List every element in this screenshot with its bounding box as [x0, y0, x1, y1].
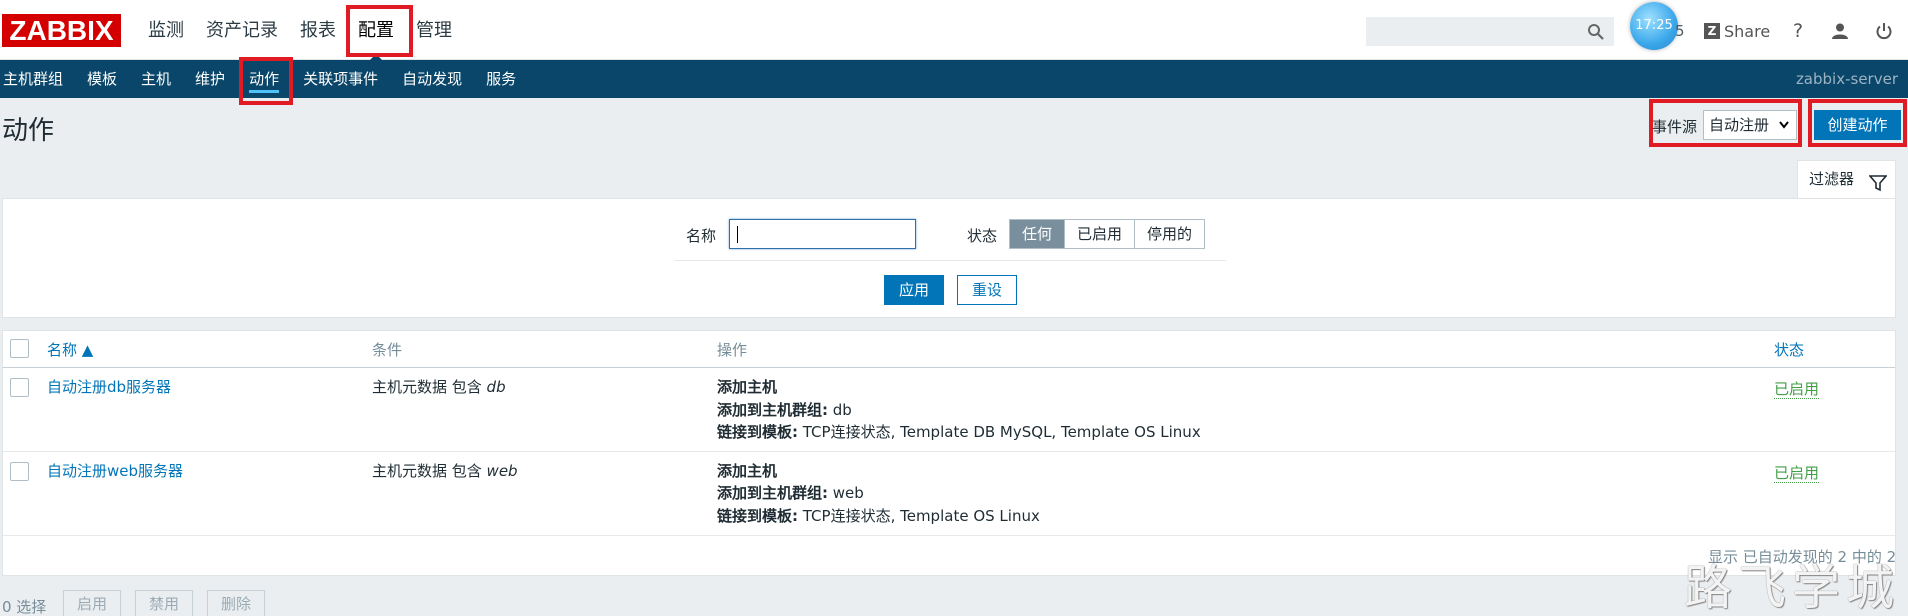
filter-name-label: 名称	[686, 227, 717, 245]
selected-count: 0 选择	[2, 598, 47, 616]
action-condition: 主机元数据 包含 web	[372, 460, 518, 482]
apply-button[interactable]: 应用	[884, 275, 944, 305]
filter-state-label: 状态	[967, 227, 998, 245]
operation-value: db	[828, 401, 852, 419]
user-profile-icon[interactable]	[1828, 19, 1852, 43]
clock-fragment: 5	[1675, 22, 1685, 40]
clock-widget: 17:25	[1630, 2, 1678, 50]
main-nav-inventory[interactable]: 资产记录	[195, 0, 289, 60]
filter-divider	[674, 260, 1226, 261]
top-bar: ZABBIX 监测 资产记录 报表 配置 管理 17:25 5 Z Share …	[0, 0, 1908, 61]
chevron-down-icon	[1778, 111, 1790, 149]
operation-line: 链接到模板: TCP连接状态, Template DB MySQL, Templ…	[717, 421, 1201, 443]
operation-label: 添加主机	[717, 378, 778, 396]
operation-line: 链接到模板: TCP连接状态, Template OS Linux	[717, 505, 1040, 527]
filter-tab[interactable]: 过滤器	[1797, 160, 1896, 198]
filter-tab-label: 过滤器	[1809, 170, 1855, 188]
main-nav: 监测 资产记录 报表 配置 管理	[137, 0, 463, 61]
action-name-link[interactable]: 自动注册web服务器	[47, 460, 183, 482]
page-title: 动作	[2, 116, 55, 146]
share-icon: Z	[1704, 23, 1720, 39]
operation-line: 添加到主机群组: db	[717, 399, 852, 421]
filter-state-segmented: 任何 已启用 停用的	[1009, 219, 1206, 249]
select-all-checkbox[interactable]	[10, 339, 29, 358]
sub-nav-services[interactable]: 服务	[474, 60, 528, 98]
mass-disable-button[interactable]: 禁用	[135, 590, 193, 616]
condition-value: db	[486, 378, 506, 396]
operation-label: 链接到模板:	[717, 423, 798, 441]
main-nav-reports[interactable]: 报表	[289, 0, 347, 60]
sub-nav-maintenance[interactable]: 维护	[183, 60, 237, 98]
sign-out-icon[interactable]	[1872, 19, 1896, 43]
sub-nav-host-groups[interactable]: 主机群组	[0, 60, 75, 98]
row-divider	[3, 535, 1895, 536]
help-icon[interactable]: ?	[1786, 19, 1810, 43]
operation-value: TCP连接状态, Template DB MySQL, Template OS …	[798, 423, 1201, 441]
row-divider	[3, 451, 1895, 452]
filter-panel	[2, 198, 1896, 318]
reset-button[interactable]: 重设	[957, 275, 1017, 305]
sub-nav: 主机群组 模板 主机 维护 动作 关联项事件 自动发现 服务	[0, 60, 528, 98]
operation-label: 添加到主机群组:	[717, 401, 828, 419]
column-header-conditions: 条件	[372, 341, 403, 359]
mass-enable-button[interactable]: 启用	[63, 590, 121, 616]
sub-nav-correlation[interactable]: 关联项事件	[291, 60, 390, 98]
event-source-label: 事件源	[1652, 118, 1698, 136]
state-option-enabled[interactable]: 已启用	[1064, 220, 1134, 248]
operation-label: 添加主机	[717, 462, 778, 480]
operation-value: TCP连接状态, Template OS Linux	[798, 507, 1040, 525]
state-option-disabled[interactable]: 停用的	[1134, 220, 1204, 248]
event-source-value: 自动注册	[1709, 116, 1770, 134]
row-checkbox[interactable]	[10, 462, 29, 481]
header-divider	[3, 367, 1895, 368]
main-nav-configuration[interactable]: 配置	[347, 0, 405, 61]
main-nav-monitoring[interactable]: 监测	[137, 0, 195, 60]
operation-value: web	[828, 484, 864, 502]
search-icon[interactable]	[1587, 23, 1605, 45]
share-label: Share	[1724, 21, 1771, 41]
condition-value: web	[486, 462, 518, 480]
operation-label: 添加到主机群组:	[717, 484, 828, 502]
column-header-status[interactable]: 状态	[1774, 339, 1804, 360]
text-caret	[737, 226, 738, 243]
sub-nav-hosts[interactable]: 主机	[129, 60, 183, 98]
action-condition: 主机元数据 包含 db	[372, 376, 506, 398]
search-input[interactable]	[1366, 17, 1614, 46]
column-header-name[interactable]: 名称 ▲	[47, 339, 93, 360]
operation-line: 添加主机	[717, 460, 777, 482]
sub-nav-discovery[interactable]: 自动发现	[390, 60, 474, 98]
zabbix-logo[interactable]: ZABBIX	[2, 14, 121, 47]
status-toggle-link[interactable]: 已启用	[1774, 380, 1820, 399]
watermark-logo: 路飞学城	[1684, 560, 1901, 616]
condition-text: 主机元数据 包含	[372, 462, 487, 480]
event-source-select[interactable]: 自动注册	[1703, 110, 1797, 140]
row-checkbox[interactable]	[10, 378, 29, 397]
action-name-link[interactable]: 自动注册db服务器	[47, 376, 171, 398]
main-nav-administration[interactable]: 管理	[405, 0, 463, 60]
operation-label: 链接到模板:	[717, 507, 798, 525]
sub-nav-actions[interactable]: 动作	[237, 60, 291, 98]
share-button[interactable]: Z Share	[1704, 20, 1770, 42]
operation-line: 添加主机	[717, 376, 777, 398]
mass-delete-button[interactable]: 删除	[207, 590, 265, 616]
column-header-operations: 操作	[717, 341, 748, 359]
state-option-any[interactable]: 任何	[1010, 220, 1065, 248]
sub-nav-templates[interactable]: 模板	[75, 60, 129, 98]
status-toggle-link[interactable]: 已启用	[1774, 464, 1820, 483]
server-name: zabbix-server	[1795, 70, 1898, 88]
filter-name-input[interactable]	[729, 219, 916, 249]
sub-nav-bar: 主机群组 模板 主机 维护 动作 关联项事件 自动发现 服务 zabbix-se…	[0, 60, 1908, 98]
operation-line: 添加到主机群组: web	[717, 482, 864, 504]
create-action-button[interactable]: 创建动作	[1814, 110, 1901, 140]
condition-text: 主机元数据 包含	[372, 378, 487, 396]
